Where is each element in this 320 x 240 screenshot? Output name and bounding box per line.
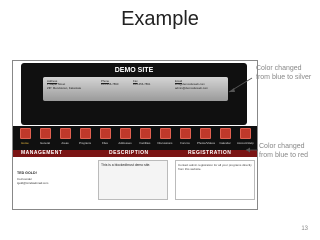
silver-arrow-head: [229, 88, 235, 92]
callout-arrows: [228, 77, 258, 153]
callout-silver: Color changed from blue to silver: [256, 65, 312, 81]
red-arrow-head: [246, 147, 250, 153]
page-number: 13: [301, 226, 308, 232]
callout-red: Color changed from blue to red: [259, 143, 309, 159]
